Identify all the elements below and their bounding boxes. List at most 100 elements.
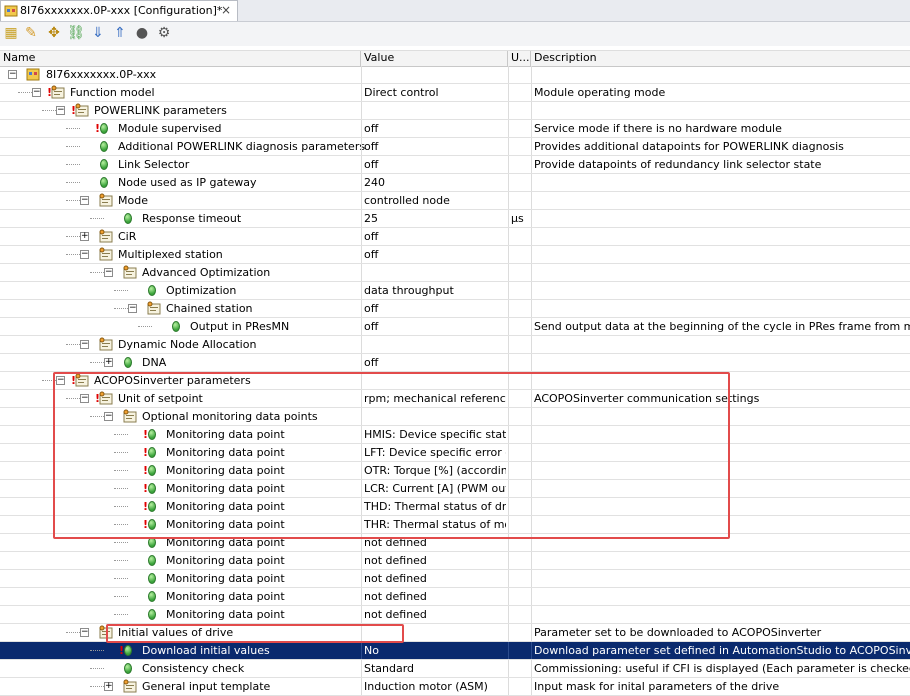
tree-row[interactable]: − Chained station off [0, 300, 910, 318]
collapse-icon[interactable]: − [80, 196, 89, 205]
tree-row-value[interactable] [364, 336, 506, 353]
tree-row[interactable]: − Initial values of drive Parameter set to… [0, 624, 910, 642]
tree-row-value[interactable]: Standard [364, 660, 506, 677]
tree-row[interactable]: Additional POWERLINK diagnosis parameter… [0, 138, 910, 156]
tree-row[interactable]: − Mode controlled node [0, 192, 910, 210]
tree-row[interactable]: −! POWERLINK parameters [0, 102, 910, 120]
column-name[interactable]: Name [0, 51, 361, 66]
expand-icon[interactable]: + [80, 232, 89, 241]
tree-row-value[interactable] [364, 264, 506, 281]
tree-row[interactable]: − Optional monitoring data points [0, 408, 910, 426]
tree-row-value[interactable]: off [364, 228, 506, 245]
tree-row-value[interactable]: rpm; mechanical references... [364, 390, 506, 407]
tree-row-value[interactable]: off [364, 246, 506, 263]
tree-row[interactable]: Response timeout 25 µs [0, 210, 910, 228]
collapse-icon[interactable]: − [104, 268, 113, 277]
tree-row[interactable]: ! Monitoring data point OTR: Torque [%] (a… [0, 462, 910, 480]
collapse-icon[interactable]: − [80, 628, 89, 637]
tree-row-value[interactable] [364, 624, 506, 641]
settings-icon[interactable]: ⚙ [155, 24, 173, 42]
tree-row[interactable]: Monitoring data point not defined [0, 606, 910, 624]
tree-row-value[interactable]: LCR: Current [A] (PWM out... [364, 480, 506, 497]
column-unit[interactable]: U... [508, 51, 531, 66]
open-icon[interactable]: ✎ [22, 24, 40, 42]
tree-row[interactable]: ! Monitoring data point THD: Thermal statu… [0, 498, 910, 516]
tree-row-value[interactable]: off [364, 318, 506, 335]
column-description[interactable]: Description [531, 51, 910, 66]
tree-row-value[interactable]: off [364, 354, 506, 371]
tree-row[interactable]: − Advanced Optimization [0, 264, 910, 282]
tree-row[interactable]: Monitoring data point not defined [0, 552, 910, 570]
collapse-icon[interactable]: − [32, 88, 41, 97]
tree-row[interactable]: ! Monitoring data point LFT: Device specif… [0, 444, 910, 462]
tree-row-value[interactable]: not defined [364, 588, 506, 605]
collapse-icon[interactable]: − [80, 340, 89, 349]
tree-row[interactable]: − Dynamic Node Allocation [0, 336, 910, 354]
tree-row[interactable]: Consistency check Standard Commissioning: … [0, 660, 910, 678]
tree-row-value[interactable] [364, 66, 506, 83]
tree-row-value[interactable]: not defined [364, 606, 506, 623]
tree-row-value[interactable] [364, 102, 506, 119]
tree-row[interactable]: Monitoring data point not defined [0, 588, 910, 606]
expand-icon[interactable]: + [104, 358, 113, 367]
collapse-icon[interactable]: − [104, 412, 113, 421]
tree-row-value[interactable]: 25 [364, 210, 506, 227]
tree-row-value[interactable]: Direct control [364, 84, 506, 101]
tree-row[interactable]: + DNA off [0, 354, 910, 372]
tree-row-value[interactable]: off [364, 138, 506, 155]
tree-row-value[interactable]: Induction motor (ASM) [364, 678, 506, 695]
tree-row-value[interactable]: off [364, 300, 506, 317]
tree-row[interactable]: + General input template Induction motor (… [0, 678, 910, 696]
tree-row-description: Module operating mode [534, 86, 666, 99]
tree-row[interactable]: − Multiplexed station off [0, 246, 910, 264]
tree-row-value[interactable]: LFT: Device specific error c... [364, 444, 506, 461]
tree-row-value[interactable]: OTR: Torque [%] (accordin... [364, 462, 506, 479]
tree-row[interactable]: Optimization data throughput [0, 282, 910, 300]
link-icon[interactable]: ⛓ [67, 24, 85, 42]
tree-row[interactable]: + CiR off [0, 228, 910, 246]
tree-row[interactable]: ! Monitoring data point LCR: Current [A] (… [0, 480, 910, 498]
collapse-icon[interactable]: − [128, 304, 137, 313]
tree-row-value[interactable]: 240 [364, 174, 506, 191]
tree-row-value[interactable]: No [364, 642, 506, 659]
tree-row-value[interactable]: not defined [364, 570, 506, 587]
tree-row-value[interactable]: not defined [364, 534, 506, 551]
tree-row[interactable]: Output in PResMN off Send output data at t… [0, 318, 910, 336]
collapse-icon[interactable]: − [8, 70, 17, 79]
expand-icon[interactable]: + [104, 682, 113, 691]
tree-row[interactable]: ! Download initial values No Download param… [0, 642, 910, 660]
tree-row[interactable]: Monitoring data point not defined [0, 570, 910, 588]
move-icon[interactable]: ✥ [45, 24, 63, 42]
configuration-tab[interactable]: 8I76xxxxxxx.0P-xxx [Configuration]* × [0, 0, 238, 21]
record-icon[interactable]: ● [133, 24, 151, 42]
tree-row-value[interactable] [364, 408, 506, 425]
column-value[interactable]: Value [361, 51, 508, 66]
tree-row[interactable]: Monitoring data point not defined [0, 534, 910, 552]
tree-row-value[interactable]: THR: Thermal status of mot... [364, 516, 506, 533]
tree-row[interactable]: −! ACOPOSinverter parameters [0, 372, 910, 390]
tree-row-value[interactable]: controlled node [364, 192, 506, 209]
tab-close-icon[interactable]: × [221, 3, 231, 17]
collapse-icon[interactable]: − [56, 376, 65, 385]
tree-row[interactable]: Node used as IP gateway 240 [0, 174, 910, 192]
collapse-icon[interactable]: − [56, 106, 65, 115]
tree-row-value[interactable] [364, 372, 506, 389]
collapse-icon[interactable]: − [80, 394, 89, 403]
sort-up-icon[interactable]: ⇑ [111, 24, 129, 42]
tree-row-value[interactable]: off [364, 156, 506, 173]
tree-row[interactable]: −! Unit of setpoint rpm; mechanical refere… [0, 390, 910, 408]
tree-row[interactable]: −! Function model Direct control Module ope… [0, 84, 910, 102]
tree-row-value[interactable]: not defined [364, 552, 506, 569]
sort-down-icon[interactable]: ⇓ [89, 24, 107, 42]
tree-row[interactable]: ! Monitoring data point HMIS: Device speci… [0, 426, 910, 444]
tree-row-value[interactable]: data throughput [364, 282, 506, 299]
tree-row-value[interactable]: off [364, 120, 506, 137]
new-item-icon[interactable]: ▦ [2, 24, 20, 42]
tree-row-value[interactable]: THD: Thermal status of driv... [364, 498, 506, 515]
tree-row[interactable]: − 8I76xxxxxxx.0P-xxx [0, 66, 910, 84]
tree-row[interactable]: Link Selector off Provide datapoints of re… [0, 156, 910, 174]
tree-row[interactable]: ! Module supervised off Service mode if the… [0, 120, 910, 138]
tree-row-value[interactable]: HMIS: Device specific statu... [364, 426, 506, 443]
tree-row[interactable]: ! Monitoring data point THR: Thermal statu… [0, 516, 910, 534]
collapse-icon[interactable]: − [80, 250, 89, 259]
